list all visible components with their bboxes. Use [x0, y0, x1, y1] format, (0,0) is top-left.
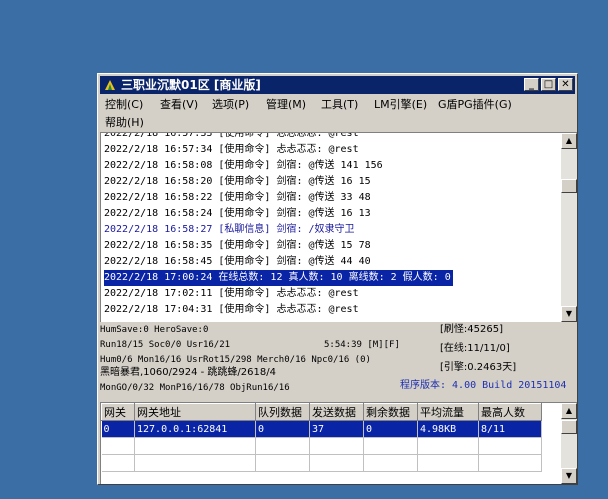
cell-queue-data: 0: [255, 420, 310, 438]
log-line[interactable]: 2022/2/18 17:04:31 [使用命令] 忐忐忑忑: @rest: [104, 302, 560, 318]
cell-gateway: 0: [101, 420, 135, 438]
status-map: 黑暗暴君,1060/2924 - 跳跳蜂/2618/4: [100, 367, 276, 378]
status-engine: [引擎:0.2463天]: [440, 362, 517, 373]
cell-remaining-data: 0: [363, 420, 418, 438]
status-hum: Hum0/6 Mon16/16 UsrRot15/298 Merch0/16 N…: [100, 355, 371, 365]
window-title: 三职业沉默01区 [商业版]: [121, 78, 261, 92]
menu-options[interactable]: 选项(P): [212, 96, 249, 114]
status-time: 5:54:39 [M][F]: [324, 340, 400, 350]
log-panel[interactable]: 2022/2/18 16:57:33 [使用命令] 忐忐忑忑: @rest 202…: [100, 132, 577, 322]
log-line[interactable]: 2022/2/18 16:58:27 [私聊信息] 剑宿: /奴隶守卫: [104, 222, 560, 238]
status-save: HumSave:0 HeroSave:0: [100, 325, 209, 335]
program-version: 程序版本: 4.00 Build 20151104: [400, 380, 567, 391]
main-window: 三职业沉默01区 [商业版] _ □ ✕ 控制(C) 查看(V) 选项(P) 管…: [97, 73, 578, 485]
scroll-up-arrow-icon[interactable]: ▲: [561, 133, 577, 149]
cell-send-data: 37: [309, 420, 364, 438]
cell-gateway-address: 127.0.0.1:62841: [134, 420, 256, 438]
log-line[interactable]: 2022/2/18 16:58:45 [使用命令] 剑宿: @传送 44 40: [104, 254, 560, 270]
log-line[interactable]: 2022/2/18 16:58:35 [使用命令] 剑宿: @传送 15 78: [104, 238, 560, 254]
status-mon: MonGO/0/32 MonP16/16/78 ObjRun16/16: [100, 383, 290, 393]
scroll-down-arrow-icon[interactable]: ▼: [561, 306, 577, 322]
log-list: 2022/2/18 16:57:33 [使用命令] 忐忐忑忑: @rest 202…: [104, 133, 560, 318]
table-scroll-thumb[interactable]: [561, 420, 577, 434]
maximize-button[interactable]: □: [541, 78, 556, 91]
status-run: Run18/15 Soc0/0 Usr16/21: [100, 340, 231, 350]
cell-max-users: 8/11: [478, 420, 542, 438]
table-row-empty: [101, 437, 542, 455]
log-line[interactable]: 2022/2/18 16:58:24 [使用命令] 剑宿: @传送 16 13: [104, 206, 560, 222]
scroll-thumb[interactable]: [561, 179, 577, 193]
menu-control[interactable]: 控制(C): [105, 96, 143, 114]
col-gateway-address[interactable]: 网关地址: [134, 403, 256, 421]
log-line[interactable]: 2022/2/18 17:02:11 [使用命令] 忐忐忑忑: @rest: [104, 286, 560, 302]
col-gateway[interactable]: 网关: [101, 403, 135, 421]
menu-tools[interactable]: 工具(T): [321, 96, 358, 114]
gateway-table[interactable]: 网关 网关地址 队列数据 发送数据 剩余数据 平均流量 最高人数 0 127.0…: [100, 402, 577, 484]
menu-view[interactable]: 查看(V): [160, 96, 198, 114]
menu-gdun-plugin[interactable]: G盾PG插件(G): [438, 96, 512, 114]
cell-average-traffic: 4.98KB: [417, 420, 479, 438]
status-refresh: [刷怪:45265]: [440, 324, 503, 335]
log-line[interactable]: 2022/2/18 16:58:20 [使用命令] 剑宿: @传送 16 15: [104, 174, 560, 190]
app-icon: [103, 78, 117, 92]
minimize-button[interactable]: _: [524, 78, 539, 91]
table-scroll-down-arrow-icon[interactable]: ▼: [561, 468, 577, 484]
log-line[interactable]: 2022/2/18 16:58:22 [使用命令] 剑宿: @传送 33 48: [104, 190, 560, 206]
menu-bar: 控制(C) 查看(V) 选项(P) 管理(M) 工具(T) LM引擎(E) G盾…: [100, 95, 575, 133]
col-average-traffic[interactable]: 平均流量: [417, 403, 479, 421]
log-line[interactable]: 2022/2/18 16:57:33 [使用命令] 忐忐忑忑: @rest: [104, 133, 560, 142]
log-scrollbar[interactable]: ▲ ▼: [561, 133, 577, 322]
menu-lm-engine[interactable]: LM引擎(E): [374, 96, 427, 114]
table-scroll-up-arrow-icon[interactable]: ▲: [561, 403, 577, 419]
col-queue-data[interactable]: 队列数据: [255, 403, 310, 421]
status-online: [在线:11/11/0]: [440, 343, 510, 354]
col-send-data[interactable]: 发送数据: [309, 403, 364, 421]
col-max-users[interactable]: 最高人数: [478, 403, 542, 421]
menu-manage[interactable]: 管理(M): [266, 96, 306, 114]
log-line[interactable]: 2022/2/18 16:57:34 [使用命令] 忐忐忑忑: @rest: [104, 142, 560, 158]
col-remaining-data[interactable]: 剩余数据: [363, 403, 418, 421]
log-line[interactable]: 2022/2/18 17:00:24 在线总数: 12 真人数: 10 离线数:…: [104, 270, 453, 286]
close-button[interactable]: ✕: [558, 78, 573, 91]
log-line[interactable]: 2022/2/18 16:58:08 [使用命令] 剑宿: @传送 141 15…: [104, 158, 560, 174]
title-bar[interactable]: 三职业沉默01区 [商业版] _ □ ✕: [100, 76, 575, 94]
table-scrollbar[interactable]: ▲ ▼: [561, 403, 577, 484]
status-panel: HumSave:0 HeroSave:0 Run18/15 Soc0/0 Usr…: [100, 322, 577, 400]
table-row-empty: [101, 454, 542, 472]
table-row[interactable]: 0 127.0.0.1:62841 0 37 0 4.98KB 8/11: [101, 420, 542, 438]
menu-help[interactable]: 帮助(H): [105, 114, 144, 132]
